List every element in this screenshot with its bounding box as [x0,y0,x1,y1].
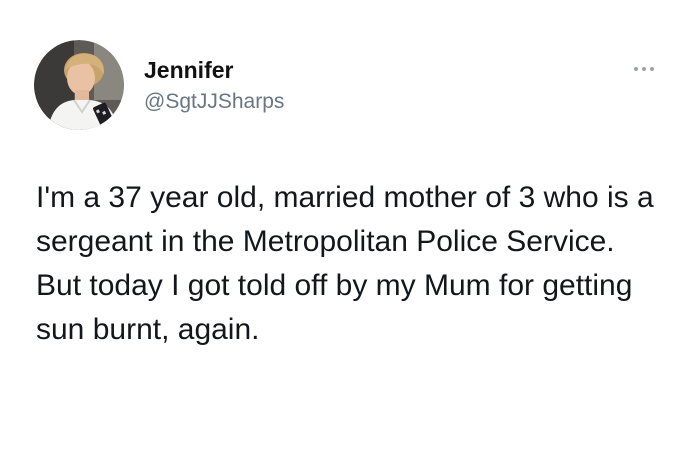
author-avatar[interactable] [34,40,124,130]
author-display-name[interactable]: Jennifer [144,56,233,84]
more-options-button[interactable] [630,58,662,78]
more-options-icon [634,67,638,71]
more-options-icon [650,67,654,71]
profile-photo-avatar-icon [34,40,124,130]
tweet-text-line: But today I got told off by my Mum for g… [36,269,633,346]
tweet-text-line: I'm a 37 year old, married mother of 3 w… [36,181,654,258]
tweet-card: Jennifer @SgtJJSharps I'm a 37 year old,… [0,0,700,464]
more-options-icon [642,67,646,71]
tweet-text: I'm a 37 year old, married mother of 3 w… [36,176,676,352]
author-handle[interactable]: @SgtJJSharps [144,89,284,115]
